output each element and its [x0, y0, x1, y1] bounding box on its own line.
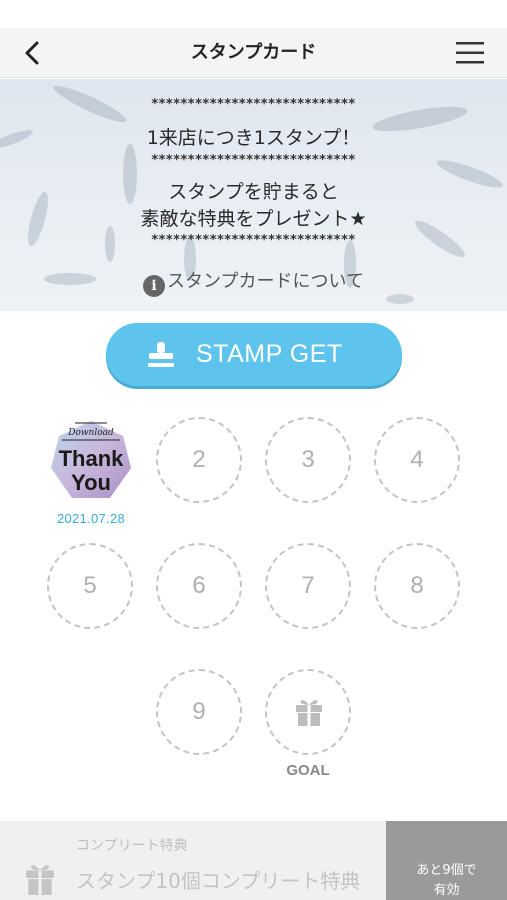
hero-banner: **************************** 1来店につき1スタンプ… — [0, 79, 507, 311]
remaining-count-line1: あと9個で — [416, 863, 477, 878]
stamp-icon — [148, 342, 174, 367]
hero-line-1: 1来店につき1スタンプ！ — [146, 127, 361, 149]
badge-top-text: Download — [67, 428, 114, 438]
status-bar — [0, 0, 507, 28]
goal-slot — [265, 669, 351, 755]
nav-bar: スタンプカード — [0, 28, 507, 78]
stamp-slot-5: 5 — [47, 543, 133, 629]
stamp-slot-7: 7 — [265, 543, 351, 629]
stamp-slot-8: 8 — [374, 543, 460, 629]
complete-reward-title: スタンプ10個コンプリート特典 — [76, 869, 361, 893]
thank-you-stamp-badge: Download Thank You — [51, 421, 131, 498]
badge-thank-text: Thank — [59, 446, 125, 471]
stamp-slot-9: 9 — [156, 669, 242, 755]
stars-divider-middle: **************************** — [151, 153, 356, 168]
hero-line-3: 素敵な特典をプレゼント★ — [140, 208, 367, 230]
complete-reward-sublabel: コンプリート特典 — [76, 838, 188, 854]
page-title: スタンプカード — [190, 42, 317, 63]
stars-divider-top: **************************** — [151, 97, 356, 112]
about-stamp-card-label: スタンプカードについて — [167, 271, 364, 292]
stars-divider-bottom: **************************** — [151, 233, 356, 248]
stamp-slot-4: 4 — [374, 417, 460, 503]
stamp-get-button[interactable]: STAMP GET — [106, 323, 402, 386]
gift-icon — [26, 865, 54, 895]
complete-reward-bar[interactable]: コンプリート特典 スタンプ10個コンプリート特典 あと9個で 有効 — [0, 821, 507, 900]
stamp-get-label: STAMP GET — [196, 340, 343, 368]
stamp-slot-1-acquired: Download Thank You — [48, 418, 134, 504]
about-stamp-card-link[interactable]: i スタンプカードについて — [0, 267, 507, 297]
stamp-slot-6: 6 — [156, 543, 242, 629]
stamp-slot-2: 2 — [156, 417, 242, 503]
stamp-slot-3: 3 — [265, 417, 351, 503]
stamp-date: 2021.07.28 — [56, 511, 126, 526]
hero-line-2: スタンプを貯まると — [168, 181, 339, 203]
remaining-count-badge: あと9個で 有効 — [386, 821, 507, 900]
hamburger-menu-icon[interactable] — [455, 40, 485, 66]
info-icon: i — [143, 275, 166, 297]
goal-label: GOAL — [286, 762, 330, 779]
gift-icon — [296, 699, 322, 726]
remaining-count-line2: 有効 — [433, 883, 460, 898]
badge-you-text: You — [71, 470, 111, 495]
